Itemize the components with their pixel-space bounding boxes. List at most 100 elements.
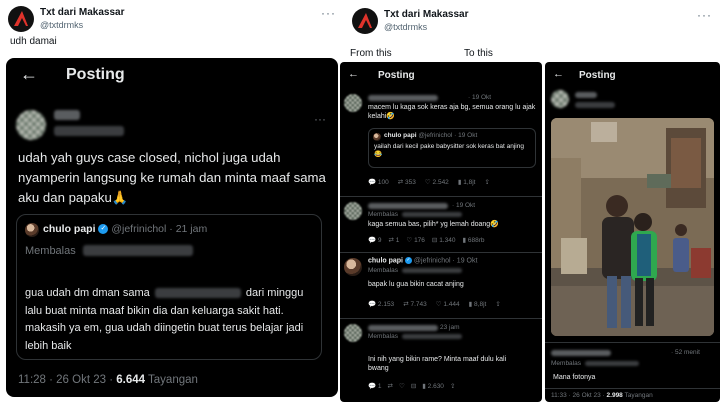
reply-text: Ini nih yang bikin rame? Minta maaf dulu…	[368, 356, 507, 372]
replying-label: Membalas	[25, 245, 76, 257]
view-count: 2.998	[606, 392, 623, 399]
quote-author-name: chulo papi	[384, 132, 417, 139]
post-timestamp-line: 11:28 · 26 Okt 23 · 6.644 Tayangan	[18, 374, 198, 386]
account-avatar[interactable]	[8, 6, 34, 32]
replying-label: Membalas	[551, 360, 581, 367]
blurred-mention	[83, 245, 193, 256]
reply-stats: 💬 2.153 ⇄ 7.743 ♡ 1.444 ▮ 8,8jt ⇪	[368, 300, 501, 308]
tweet-caption: udh damai	[10, 36, 57, 47]
page-title: Posting	[378, 70, 415, 81]
blurred-name-inline	[154, 288, 241, 299]
like-icon[interactable]: ♡	[399, 382, 405, 390]
view-count[interactable]: ▮ 2.630	[422, 382, 444, 390]
reply-text: bapak lu gua bikin cacat anjing	[368, 281, 464, 288]
share-icon[interactable]: ⇪	[495, 300, 500, 308]
blurred-handle	[575, 102, 615, 108]
like-count[interactable]: ♡ 1.444	[436, 300, 460, 308]
blurred-handle	[54, 126, 124, 136]
post-body: udah yah guys case closed, nichol juga u…	[18, 150, 326, 205]
repost-count[interactable]: ⇄ 1	[389, 236, 400, 244]
repost-count[interactable]: ⇄ 7.743	[403, 300, 427, 308]
view-count: 6.644	[116, 374, 146, 386]
post-timestamp-line: 11:33 · 26 Okt 23 · 2.998 Tayangan	[551, 392, 653, 399]
reply-count[interactable]: 💬 2.153	[368, 300, 394, 308]
blurred-avatar	[344, 202, 362, 220]
reply-item[interactable]: 23 jam Membalas Ini nih yang bikin rame?…	[340, 322, 542, 394]
bookmark-icon[interactable]: ⊟	[411, 382, 416, 390]
reply-author-name: chulo papi	[368, 257, 403, 265]
view-label: Tayangan	[624, 392, 653, 399]
bookmark-count[interactable]: ⊟ 1.340	[432, 236, 456, 244]
more-options-icon[interactable]: ···	[321, 6, 336, 20]
replying-label: Membalas	[368, 211, 398, 218]
reply-item[interactable]: · 19 Okt Membalas kaga semua bas, pilih*…	[340, 200, 542, 252]
reply-count[interactable]: 💬 9	[368, 236, 382, 244]
more-options-icon[interactable]: ···	[697, 8, 712, 22]
post-more-icon[interactable]: ···	[314, 112, 326, 126]
blurred-avatar	[551, 90, 569, 108]
view-count[interactable]: ▮ 688rb	[462, 236, 484, 244]
like-count[interactable]: ♡ 176	[406, 236, 425, 244]
quoted-post[interactable]: chulo papi ✓ @jefrinichol · 21 jam Memba…	[16, 214, 322, 360]
reply-date: · 19 Okt	[468, 94, 492, 101]
reply-count[interactable]: 💬 1	[368, 382, 382, 390]
replying-label: Membalas	[368, 333, 398, 340]
quote-avatar	[25, 223, 39, 237]
reply-item[interactable]: · 19 Okt macem lu kaga sok keras aja bg,…	[340, 92, 542, 196]
blurred-avatar	[344, 324, 362, 342]
blurred-name	[368, 203, 448, 209]
blurred-mention	[585, 361, 639, 366]
divider	[340, 252, 542, 253]
tweet-header: Txt dari Makassar @txtdrmks ···	[8, 6, 338, 32]
quote-date: · 21 jam	[169, 223, 208, 235]
account-avatar[interactable]	[352, 8, 378, 34]
author-avatar	[344, 258, 362, 276]
blurred-name	[575, 92, 597, 98]
account-name[interactable]: Txt dari Makassar	[384, 9, 469, 20]
view-count[interactable]: ▮ 1,8jt	[458, 178, 476, 186]
quote-author-line: chulo papi ✓ @jefrinichol · 21 jam	[43, 223, 207, 235]
quote-text-part1: gua udah dm dman sama	[25, 287, 150, 299]
divider	[340, 196, 542, 197]
thread-screenshot: ← Posting · 19 Okt macem lu kaga sok ker…	[340, 62, 542, 402]
blurred-mention	[402, 268, 462, 273]
divider	[545, 342, 720, 343]
back-arrow-icon[interactable]: ←	[553, 68, 564, 80]
share-icon[interactable]: ⇪	[485, 178, 490, 186]
page-title: Posting	[579, 70, 616, 81]
back-arrow-icon[interactable]: ←	[348, 68, 359, 80]
post-time: 11:28 · 26 Okt 23 ·	[18, 374, 114, 386]
back-arrow-icon[interactable]: ←	[20, 64, 38, 85]
reply-item[interactable]: chulo papi ✓ @jefrinichol · 19 Okt Memba…	[340, 256, 542, 314]
reply-stats: 💬 1 ⇄ ♡ ⊟ ▮ 2.630 ⇪	[368, 382, 455, 390]
account-handle[interactable]: @txtdrmks	[40, 20, 83, 30]
from-label: From this	[350, 48, 392, 59]
verified-badge-icon: ✓	[98, 224, 109, 235]
quote-text: yailah dari kecil pake babysitter sok ke…	[374, 143, 524, 159]
reply-text: Mana fotonya	[553, 374, 596, 381]
reply-count[interactable]: 💬 100	[368, 178, 389, 186]
account-name[interactable]: Txt dari Makassar	[40, 7, 125, 18]
share-icon[interactable]: ⇪	[450, 382, 455, 390]
divider	[340, 318, 542, 319]
post-photo[interactable]	[551, 118, 714, 336]
like-count[interactable]: ♡ 2.542	[425, 178, 449, 186]
reply-author-line: chulo papi ✓ @jefrinichol · 19 Okt	[368, 257, 477, 264]
reply-handle: @jefrinichol · 19 Okt	[413, 257, 478, 265]
quote-text-part2: dari	[245, 287, 265, 299]
tweet-header: Txt dari Makassar @txtdrmks ···	[352, 8, 714, 34]
repost-icon[interactable]: ⇄	[388, 382, 393, 390]
blurred-name	[54, 110, 80, 120]
blurred-avatar	[344, 94, 362, 112]
reply-text: kaga semua bas, pilih* yg lemah doang🤣	[368, 221, 499, 228]
quote-author-name: chulo papi	[43, 223, 96, 235]
blurred-mention	[402, 212, 462, 217]
view-count[interactable]: ▮ 8,8jt	[469, 300, 487, 308]
repost-count[interactable]: ⇄ 353	[398, 178, 416, 186]
embedded-screenshot: ← Posting ··· udah yah guys case closed,…	[6, 58, 338, 397]
reply-stats: 💬 100 ⇄ 353 ♡ 2.542 ▮ 1,8jt ⇪	[368, 178, 490, 186]
view-label: Tayangan	[148, 374, 198, 386]
quoted-post[interactable]: chulo papi @jefrinichol · 19 Okt yailah …	[368, 128, 536, 168]
account-handle[interactable]: @txtdrmks	[384, 22, 427, 32]
reply-date: · 52 menit	[671, 349, 700, 356]
